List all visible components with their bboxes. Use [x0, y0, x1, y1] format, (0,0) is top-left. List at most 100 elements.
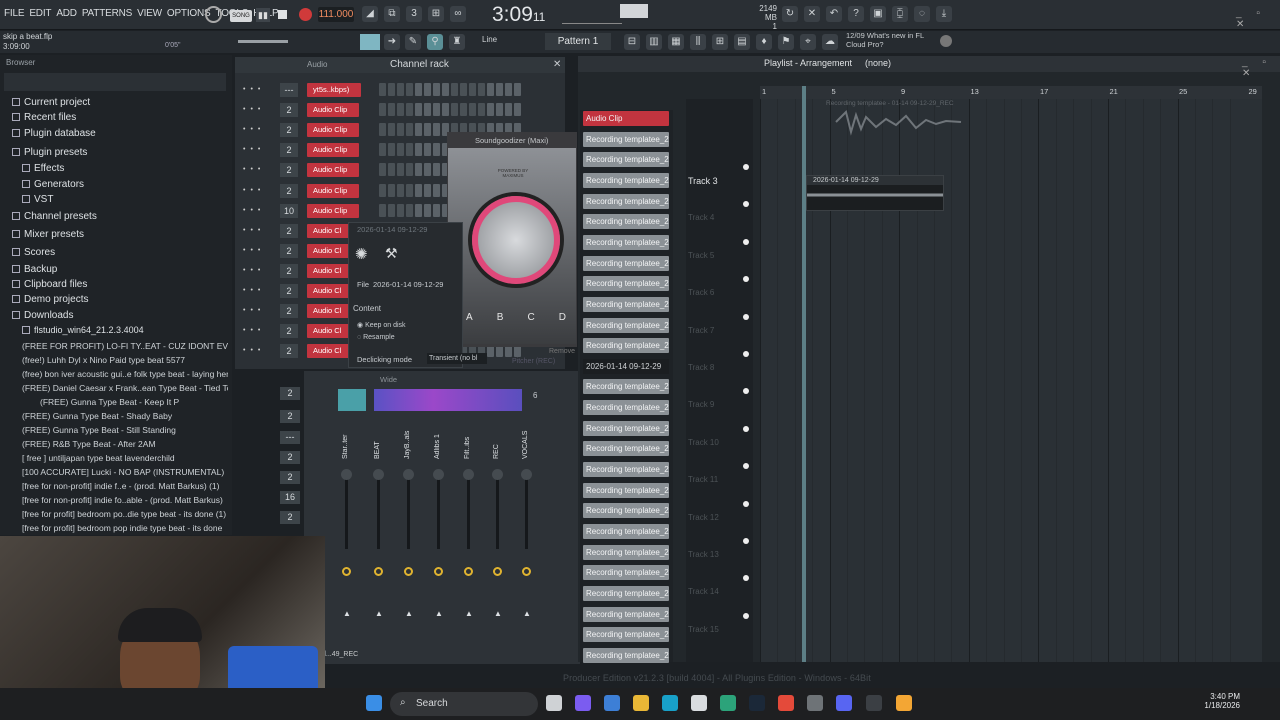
route-arrow-icon[interactable]: ▲ — [523, 609, 531, 618]
pattern-item[interactable]: Recording templatee_2 — [583, 462, 669, 478]
step-button[interactable] — [433, 103, 440, 117]
menu-item[interactable]: EDIT — [29, 8, 51, 19]
channel-filter[interactable]: Audio — [307, 60, 327, 69]
step-button[interactable] — [478, 103, 485, 117]
discord-icon[interactable] — [836, 695, 852, 711]
pattern-item[interactable]: Recording templatee_2 — [583, 255, 669, 271]
keep-on-disk-radio[interactable]: ◉ Keep on disk — [357, 321, 406, 329]
track-mute-led[interactable] — [743, 388, 749, 395]
browser-file[interactable]: [100 ACCURATE] Lucki - NO BAP (INSTRUMEN… — [22, 467, 228, 477]
timeline-ruler[interactable]: 1 5 9 13 17 21 25 29 — [760, 86, 1262, 99]
amount-knob[interactable] — [472, 196, 560, 284]
track-mute-led[interactable] — [743, 351, 749, 357]
step-button[interactable] — [397, 103, 404, 117]
step-edit-icon[interactable]: ◢ — [362, 6, 378, 22]
step-button[interactable] — [388, 203, 395, 217]
play-icon[interactable]: ▮▮ — [256, 8, 270, 22]
step-button[interactable] — [460, 83, 467, 96]
channel-led-icon[interactable]: ••• — [243, 86, 265, 93]
track-label[interactable]: Track 13 — [688, 550, 719, 559]
pattern-item[interactable]: Recording templatee_2 — [583, 503, 669, 519]
channel-mixer-num[interactable]: 2 — [280, 451, 300, 464]
browser-item[interactable]: Demo projects — [12, 294, 88, 305]
step-button[interactable] — [424, 143, 431, 157]
step-button[interactable] — [433, 203, 440, 217]
step-button[interactable] — [433, 143, 440, 157]
step-button[interactable] — [388, 163, 395, 177]
master-pitch-slider[interactable] — [238, 40, 288, 43]
declick-select[interactable]: Transient (no bl — [427, 353, 487, 364]
step-button[interactable] — [505, 83, 512, 96]
step-button[interactable] — [442, 83, 449, 96]
stamp-icon[interactable]: ♜ — [449, 34, 465, 50]
step-button[interactable] — [451, 103, 458, 117]
undo-icon[interactable]: ↶ — [826, 6, 842, 22]
refresh-icon[interactable]: ↻ — [782, 6, 798, 22]
browser-icon[interactable]: ⊞ — [712, 34, 728, 50]
step-button[interactable] — [478, 83, 485, 96]
track-label[interactable]: Track 5 — [688, 251, 714, 260]
step-button[interactable] — [424, 83, 431, 96]
channel-mixer-num[interactable]: 2 — [280, 344, 298, 359]
resample-radio[interactable]: ◌ Resample — [357, 334, 395, 341]
channel-row[interactable]: ••• --- yt5s..kbps) — [235, 83, 565, 99]
pan-knob[interactable] — [463, 469, 474, 480]
browser-file[interactable]: (FREE FOR PROFIT) LO-FI TY..EAT - CUZ ID… — [22, 341, 228, 351]
store-icon[interactable] — [691, 695, 707, 711]
route-arrow-icon[interactable]: ▲ — [494, 609, 502, 618]
step-button[interactable] — [469, 83, 476, 96]
route-arrow-icon[interactable]: ▲ — [465, 609, 473, 618]
record-icon[interactable] — [299, 8, 312, 21]
step-button[interactable] — [379, 163, 386, 177]
taskbar-search[interactable]: ⌕ Search — [390, 692, 538, 716]
mixer-fader[interactable] — [345, 479, 348, 549]
track-label[interactable]: Track 9 — [688, 400, 714, 409]
send-knob-icon[interactable] — [434, 567, 443, 576]
step-button[interactable] — [406, 163, 413, 177]
tempo-tap-icon[interactable]: ⚑ — [778, 34, 794, 50]
preset-button-a[interactable]: A — [466, 312, 473, 323]
step-button[interactable] — [505, 103, 512, 117]
mixer-track-name[interactable]: Adlibs 1 — [434, 419, 444, 459]
pattern-item[interactable]: 2026-01-14 09-12-29 — [583, 358, 669, 374]
browser-file[interactable]: [ free ] untiljapan type beat lavenderch… — [22, 453, 228, 463]
track-label[interactable]: Track 15 — [688, 625, 719, 634]
browser-item[interactable]: Current project — [12, 97, 90, 108]
browser-item[interactable]: Plugin database — [12, 128, 96, 139]
window-controls[interactable]: _ ▫ ✕ — [1236, 8, 1280, 30]
route-arrow-icon[interactable]: ▲ — [435, 609, 443, 618]
touch-icon[interactable]: ⌖ — [800, 34, 816, 50]
browser-tabs[interactable] — [4, 73, 226, 91]
track-mute-led[interactable] — [743, 538, 749, 544]
preset-button-b[interactable]: B — [497, 312, 504, 323]
pattern-item[interactable]: Recording templatee_2 — [583, 379, 669, 395]
browser-item[interactable]: Generators — [22, 179, 84, 190]
channel-led-icon[interactable]: ••• — [243, 207, 265, 214]
step-button[interactable] — [415, 83, 422, 96]
mixer-mode[interactable]: Wide — [380, 375, 397, 384]
channel-mixer-num[interactable]: 2 — [280, 163, 298, 178]
channel-mixer-num[interactable]: 2 — [280, 304, 298, 319]
channel-mixer-num[interactable]: 2 — [280, 410, 300, 423]
mixer-fader[interactable] — [496, 479, 499, 549]
pattern-item[interactable]: Recording templatee_2 — [583, 317, 669, 333]
browser-file[interactable]: [free for profit] bedroom po..die type b… — [22, 509, 228, 519]
send-knob-icon[interactable] — [522, 567, 531, 576]
step-button[interactable] — [460, 103, 467, 117]
channel-name-button[interactable]: Audio Clip — [307, 123, 359, 138]
channel-mixer-num[interactable]: 10 — [280, 203, 298, 218]
arrow-icon[interactable]: ➜ — [384, 34, 400, 50]
channel-mixer-num[interactable]: 2 — [280, 471, 300, 484]
wait-input-icon[interactable]: ∞ — [450, 6, 466, 22]
fl-studio-icon[interactable] — [896, 695, 912, 711]
track-mute-led[interactable] — [743, 276, 749, 283]
pan-knob[interactable] — [341, 469, 352, 480]
pattern-item[interactable]: Recording templatee_2 — [583, 400, 669, 416]
step-button[interactable] — [379, 143, 386, 157]
channel-mixer-num[interactable]: 2 — [280, 223, 298, 238]
step-button[interactable] — [406, 203, 413, 217]
countdown-icon[interactable]: 3 — [406, 6, 422, 22]
channel-mixer-num[interactable]: 2 — [280, 284, 298, 298]
mixer-track-name[interactable]: VOCALS — [522, 419, 532, 459]
browser-item[interactable]: Recent files — [12, 112, 76, 123]
